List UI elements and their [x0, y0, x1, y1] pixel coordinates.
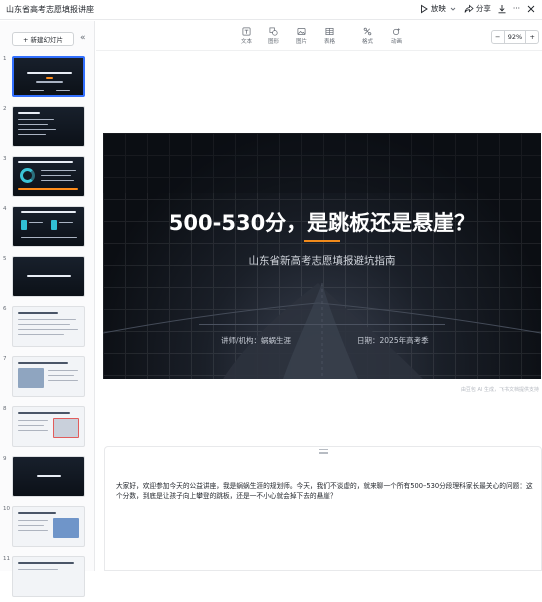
thumbnail-row-6[interactable]: 6 [0, 306, 95, 352]
new-slide-button[interactable]: + 新建幻灯片 [12, 32, 74, 46]
present-button[interactable]: 放映 [419, 3, 458, 14]
thumbnail-number: 2 [3, 106, 7, 112]
insert-toolbar: 文本 图形 图片 表格 格式 动画 − 92% + [96, 21, 542, 51]
zoom-divider [503, 30, 505, 44]
table-tool-label: 表格 [324, 39, 336, 45]
shape-tool-label: 图形 [268, 39, 280, 45]
table-tool-button[interactable]: 表格 [324, 27, 335, 45]
animation-tool-button[interactable]: 动画 [391, 27, 402, 45]
slide-thumbnail-1[interactable] [12, 56, 85, 97]
slide-thumbnail-5[interactable] [12, 256, 85, 297]
format-tool-label: 格式 [362, 39, 374, 45]
slide-thumbnail-9[interactable] [12, 456, 85, 497]
slide-subtitle[interactable]: 山东省新高考志愿填报避坑指南 [103, 253, 541, 268]
slide-presenter[interactable]: 讲师/机构：蜗蜗生涯 [221, 335, 291, 346]
title-accent-line [304, 240, 340, 242]
document-title[interactable]: 山东省高考志愿填报讲座 [6, 4, 94, 15]
thumbnail-number: 1 [3, 56, 7, 62]
zoom-control: − 92% + [491, 30, 539, 44]
thumbnail-row-2[interactable]: 2 [0, 106, 95, 152]
text-icon [242, 27, 251, 36]
play-icon [420, 4, 428, 13]
chevron-down-icon[interactable] [448, 4, 458, 14]
zoom-out-button[interactable]: − [495, 33, 500, 41]
image-icon [297, 27, 306, 36]
top-bar: 山东省高考志愿填报讲座 放映 分享 ··· [0, 0, 542, 20]
share-icon [464, 4, 474, 13]
slide-divider [199, 324, 445, 325]
thumbnail-row-1[interactable]: 1 [0, 56, 95, 102]
thumbnail-number: 4 [3, 206, 7, 212]
more-button[interactable]: ··· [513, 4, 520, 13]
thumbnail-number: 11 [3, 556, 10, 562]
thumbnail-number: 3 [3, 156, 7, 162]
speaker-notes-text[interactable]: 大家好，欢迎参加今天的公益讲座，我是蜗蜗生涯的规划师。今天，我们不谈虚的，就来聊… [116, 481, 534, 501]
thumbnail-row-3[interactable]: 3 [0, 156, 95, 202]
slide-thumbnail-2[interactable] [12, 106, 85, 147]
slide-panel: + 新建幻灯片 « 1 2 3 4 5 6 7 8 9 10 11 [0, 21, 95, 597]
zoom-level[interactable]: 92% [508, 33, 522, 41]
thumbnail-row-4[interactable]: 4 [0, 206, 95, 252]
slide-thumbnail-6[interactable] [12, 306, 85, 347]
slide-thumbnail-3[interactable] [12, 156, 85, 197]
zoom-divider [525, 30, 527, 44]
thumbnail-number: 8 [3, 406, 7, 412]
resize-handle-icon[interactable] [319, 449, 328, 454]
thumbnail-row-10[interactable]: 10 [0, 506, 95, 552]
slide-thumbnail-11[interactable] [12, 556, 85, 597]
slide-thumbnail-10[interactable] [12, 506, 85, 547]
format-icon [363, 27, 372, 36]
share-label: 分享 [475, 4, 491, 13]
image-tool-label: 图片 [296, 39, 308, 45]
slide-canvas: 500-530分，是跳板还是悬崖？ 山东省新高考志愿填报避坑指南 讲师/机构：蜗… [96, 52, 542, 441]
format-tool-button[interactable]: 格式 [362, 27, 373, 45]
slide-thumbnail-4[interactable] [12, 206, 85, 247]
top-actions: 放映 分享 ··· [419, 3, 536, 14]
image-tool-button[interactable]: 图片 [296, 27, 307, 45]
text-tool-label: 文本 [241, 39, 253, 45]
thumbnail-number: 10 [3, 506, 10, 512]
animation-icon [392, 27, 401, 36]
zoom-in-button[interactable]: + [530, 33, 535, 41]
ai-generated-note: 由豆包 AI 生成，飞书文档提供支持 [460, 387, 539, 393]
thumbnail-row-8[interactable]: 8 [0, 406, 95, 452]
animation-tool-label: 动画 [391, 39, 403, 45]
current-slide[interactable]: 500-530分，是跳板还是悬崖？ 山东省新高考志愿填报避坑指南 讲师/机构：蜗… [103, 133, 541, 379]
close-icon[interactable] [526, 4, 536, 14]
thumbnail-row-5[interactable]: 5 [0, 256, 95, 302]
thumbnail-number: 5 [3, 256, 7, 262]
share-button[interactable]: 分享 [464, 3, 491, 14]
thumbnail-row-7[interactable]: 7 [0, 356, 95, 402]
shape-tool-button[interactable]: 图形 [268, 27, 279, 45]
collapse-panel-icon[interactable]: « [80, 34, 86, 43]
thumbnail-row-9[interactable]: 9 [0, 456, 95, 502]
slide-thumbnail-8[interactable] [12, 406, 85, 447]
download-icon[interactable] [497, 4, 507, 14]
thumbnail-number: 7 [3, 356, 7, 362]
thumbnail-number: 6 [3, 306, 7, 312]
thumbnail-number: 9 [3, 456, 7, 462]
thumbnail-row-11[interactable]: 11 [0, 556, 95, 602]
slide-title[interactable]: 500-530分，是跳板还是悬崖？ [103, 207, 541, 237]
speaker-notes-panel: 大家好，欢迎参加今天的公益讲座，我是蜗蜗生涯的规划师。今天，我们不谈虚的，就来聊… [104, 446, 542, 571]
slide-date[interactable]: 日期：2025年高考季 [357, 335, 429, 346]
table-icon [325, 27, 334, 36]
text-tool-button[interactable]: 文本 [241, 27, 252, 45]
shape-icon [269, 27, 278, 36]
present-label: 放映 [430, 4, 446, 13]
slide-thumbnail-7[interactable] [12, 356, 85, 397]
